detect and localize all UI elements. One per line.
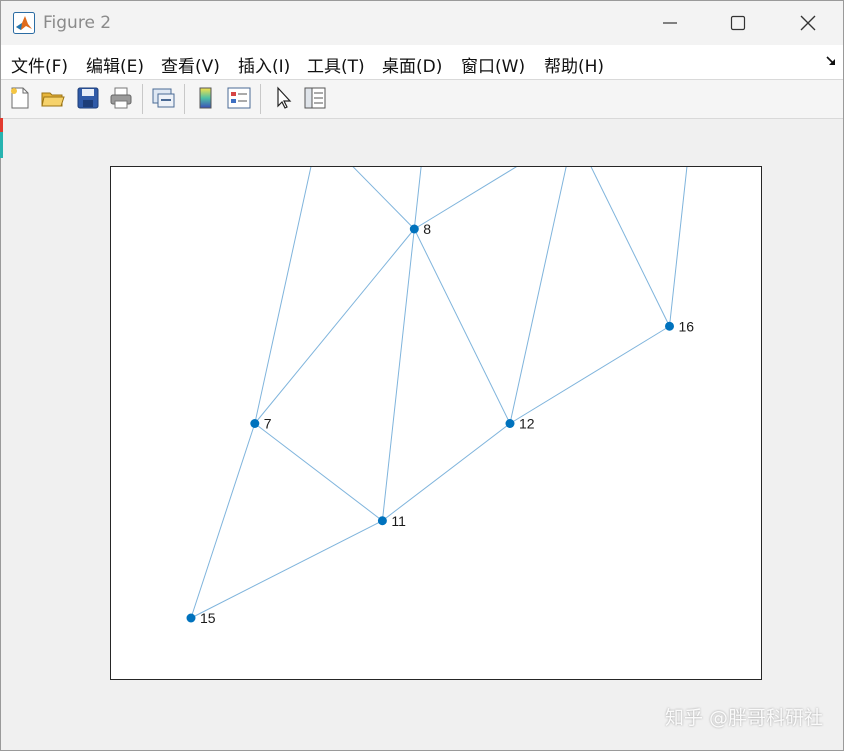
legend-button[interactable] [226,85,252,111]
graph-plot: 12345678910111213141516 [186,167,695,626]
close-icon [800,15,816,31]
close-button[interactable] [773,1,843,45]
background-strip [0,118,3,132]
graph-node[interactable] [186,613,196,623]
print-icon [110,87,132,109]
dock-arrow-icon[interactable] [825,55,837,67]
pointer-button[interactable] [270,85,296,111]
legend-icon [227,87,251,109]
graph-edge [254,228,415,424]
node-label: 15 [200,610,216,626]
menu-help[interactable]: 帮助(H) [544,52,604,77]
print-button[interactable] [108,85,134,111]
link-plot-button[interactable] [150,85,176,111]
toolbar-separator [184,84,185,114]
menu-window[interactable]: 窗口(W) [461,52,525,77]
graph-edge [190,423,256,619]
menu-view[interactable]: 查看(V) [161,52,220,77]
menu-desktop[interactable]: 桌面(D) [382,52,442,77]
graph-node[interactable] [505,419,515,428]
minimize-button[interactable] [635,1,705,45]
open-file-icon [41,92,65,107]
toolbar [1,80,843,119]
plot-axes[interactable]: 12345678910111213141516 [110,166,762,680]
window-title: Figure 2 [43,13,112,33]
node-label: 12 [519,416,535,432]
colorbar-button[interactable] [193,85,219,111]
new-figure-button[interactable] [7,85,33,111]
graph-node[interactable] [409,224,419,234]
save-icon [77,87,99,109]
toolbar-separator [142,84,143,114]
graph-edge [381,228,415,521]
graph-node[interactable] [665,321,674,331]
background-strip [0,132,3,158]
graph-edge [509,167,567,424]
graph-edge [254,423,383,522]
graph-edge [413,228,511,424]
new-figure-icon [11,87,29,109]
graph-node[interactable] [250,419,260,428]
graph-edge [509,325,670,424]
node-label: 7 [264,416,272,432]
open-file-button[interactable] [40,85,66,111]
property-inspector-icon [304,87,326,109]
minimize-icon [663,22,677,24]
graph-edge [382,423,511,522]
menu-file[interactable]: 文件(F) [11,52,68,77]
graph-edge [352,167,415,230]
graph-edge [414,167,517,230]
pointer-icon [277,86,292,109]
link-plot-icon [152,88,175,108]
node-label: 16 [679,318,695,334]
node-label: 8 [423,221,431,237]
maximize-button[interactable] [703,1,773,45]
graph-edge [190,520,383,619]
matlab-logo-icon [13,12,35,34]
watermark-text: 知乎 @胖哥科研社 [665,707,824,729]
menu-insert[interactable]: 插入(I) [238,52,290,77]
graph-edge [590,167,670,327]
colorbar-icon [199,87,212,109]
graph-node[interactable] [377,516,387,526]
maximize-icon [730,15,746,31]
save-button[interactable] [75,85,101,111]
graph-edge [669,167,688,327]
menu-edit[interactable]: 编辑(E) [86,52,144,77]
property-inspector-button[interactable] [302,85,328,111]
node-label: 11 [391,513,406,529]
title-bar[interactable]: Figure 2 [1,1,843,45]
menu-bar: 文件(F) 编辑(E) 查看(V) 插入(I) 工具(T) 桌面(D) 窗口(W… [1,45,843,80]
menu-tools[interactable]: 工具(T) [307,52,365,77]
toolbar-separator [260,84,261,114]
